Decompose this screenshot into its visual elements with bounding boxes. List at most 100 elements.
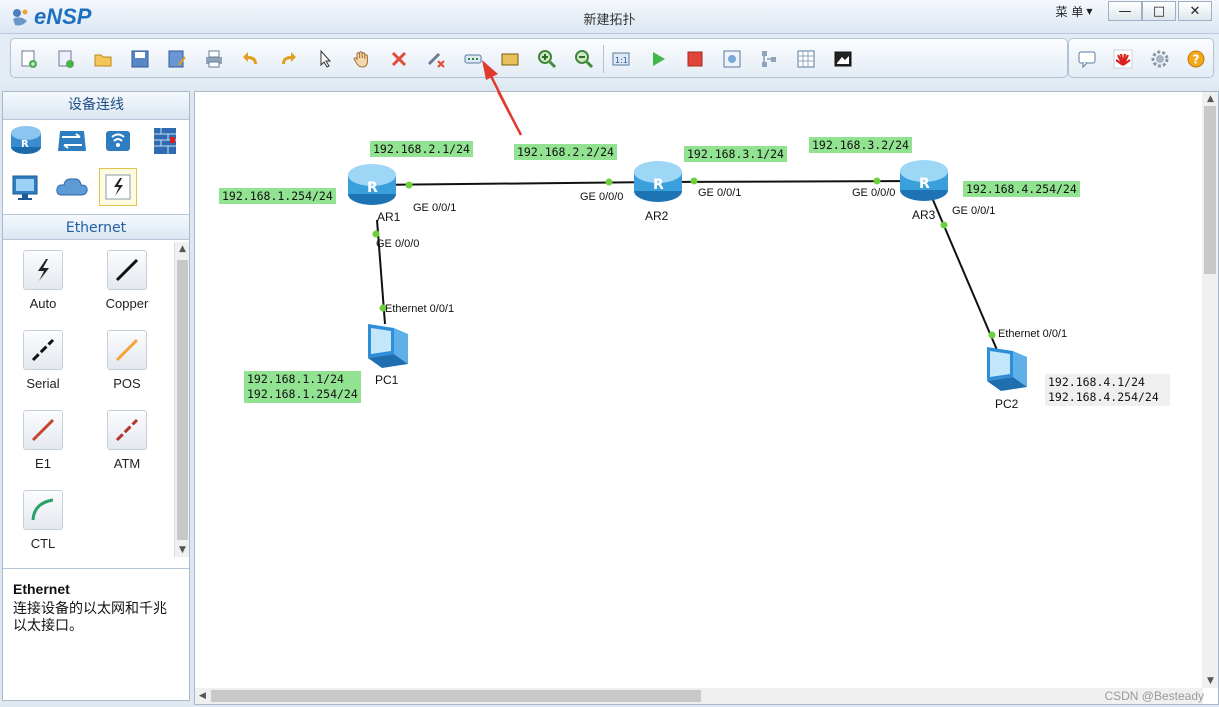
save-as-icon[interactable] [165,47,189,71]
main-toolbar: 1:1 [10,38,1068,78]
pc-pc2[interactable] [979,343,1033,398]
cable-label: E1 [35,456,51,471]
cable-label: Auto [29,296,57,311]
pc2-gateway: 192.168.4.254/24 [1048,390,1159,404]
port-dot [690,177,698,185]
pc2-ip: 192.168.4.1/24 [1048,375,1145,389]
cable-atm[interactable]: ATM [97,406,157,484]
delete-connection-icon[interactable] [424,47,448,71]
port-dot [988,331,996,339]
ip-label[interactable]: 192.168.3.1/24 [684,146,787,162]
topology-canvas[interactable]: R AR1 R AR2 R AR3 PC1 PC2 GE 0/0/1 GE 0/… [194,91,1219,705]
select-pointer-icon[interactable] [313,47,337,71]
section-title: Ethernet [3,214,189,240]
ip-label[interactable]: 192.168.2.2/24 [514,144,617,160]
description-text: 连接设备的以太网和千兆以太接口。 [13,601,167,634]
cable-list: Auto Copper Serial POS E1 ATM CTL [3,242,173,557]
cable-copper[interactable]: Copper [97,246,157,324]
wireless-icon[interactable] [99,122,137,160]
svg-text:R: R [653,177,664,193]
chevron-down-icon[interactable]: ▼ [1205,674,1216,688]
auto-cable-icon [23,250,63,290]
zoom-in-icon[interactable] [535,47,559,71]
maximize-button[interactable]: □ [1142,1,1176,21]
svg-text:R: R [919,176,930,192]
ip-label[interactable]: 192.168.4.254/24 [963,181,1080,197]
cable-label: Serial [26,376,60,391]
close-button[interactable]: ✕ [1178,1,1212,21]
chat-icon[interactable] [1075,47,1099,71]
print-icon[interactable] [202,47,226,71]
port-dot [605,178,613,186]
cable-ctl[interactable]: CTL [13,486,73,564]
ip-label[interactable]: 192.168.2.1/24 [370,141,473,157]
chevron-up-icon[interactable]: ▲ [177,242,188,256]
capture-icon[interactable] [720,47,744,71]
ip-label[interactable]: 192.168.3.2/24 [809,137,912,153]
device-label: AR3 [912,208,936,222]
zoom-out-icon[interactable] [572,47,596,71]
topology-icon[interactable] [757,47,781,71]
switch-icon[interactable] [53,122,91,160]
chevron-left-icon[interactable]: ◀ [197,689,208,703]
device-label: PC2 [995,397,1019,411]
canvas-vertical-scrollbar[interactable]: ▲ ▼ [1202,92,1218,688]
cable-serial[interactable]: Serial [13,326,73,404]
port-label: GE 0/0/0 [852,187,896,199]
scrollbar-thumb[interactable] [211,690,701,702]
cable-auto[interactable]: Auto [13,246,73,324]
port-dot [940,221,948,229]
router-ar2[interactable]: R [631,157,685,208]
fit-window-icon[interactable]: 1:1 [609,47,633,71]
connection-icon[interactable] [99,168,137,206]
port-label: GE 0/0/1 [413,202,457,214]
cable-e1[interactable]: E1 [13,406,73,484]
pc-pc1[interactable] [360,320,414,375]
scrollbar-thumb[interactable] [177,260,188,540]
port-label: GE 0/0/1 [698,187,742,199]
pc-icon[interactable] [7,168,45,206]
chevron-down-icon[interactable]: ▼ [177,543,188,557]
help-icon[interactable]: ? [1184,47,1208,71]
pan-hand-icon[interactable] [350,47,374,71]
chevron-up-icon[interactable]: ▲ [1205,92,1216,106]
port-dot [873,177,881,185]
router-icon[interactable]: R [7,122,45,160]
device-category-row [3,168,189,212]
ip-label[interactable]: 192.168.1.254/24 [219,188,336,204]
settings-icon[interactable] [1148,47,1172,71]
snapshot-icon[interactable] [831,47,855,71]
delete-icon[interactable] [387,47,411,71]
port-label: Ethernet 0/0/1 [385,303,455,315]
description-box: Ethernet 连接设备的以太网和千兆以太接口。 [3,568,189,700]
huawei-icon[interactable] [1111,47,1135,71]
router-ar1[interactable]: R [345,160,399,211]
firewall-icon[interactable] [145,122,183,160]
port-label: GE 0/0/1 [952,205,996,217]
canvas-horizontal-scrollbar[interactable]: ◀ [195,688,1203,704]
panel-scrollbar[interactable]: ▲ ▼ [174,242,189,557]
open-icon[interactable] [91,47,115,71]
stop-device-icon[interactable] [683,47,707,71]
undo-icon[interactable] [239,47,263,71]
save-icon[interactable] [128,47,152,71]
start-device-icon[interactable] [646,47,670,71]
grid-icon[interactable] [794,47,818,71]
ip-label-pc1[interactable]: 192.168.1.1/24 192.168.1.254/24 [244,371,361,403]
cloud-icon[interactable] [53,168,91,206]
new-example-icon[interactable] [54,47,78,71]
port-label: GE 0/0/0 [376,238,420,250]
main-menu-button[interactable]: 菜 单 ▼ [1044,1,1104,21]
annotation-arrow-icon [482,60,512,114]
toolbar: 1:1 ? [0,34,1219,84]
router-ar3[interactable]: R [897,156,951,207]
port-dot [372,230,380,238]
redo-icon[interactable] [276,47,300,71]
cable-pos[interactable]: POS [97,326,157,404]
ip-label-pc2-editing[interactable]: 192.168.4.1/24 192.168.4.254/24 [1045,374,1170,406]
minimize-button[interactable]: — [1108,1,1142,21]
new-topology-icon[interactable] [17,47,41,71]
device-category-row: R [3,122,189,166]
panel-title: 设备连线 [3,92,189,120]
scrollbar-thumb[interactable] [1204,106,1216,274]
